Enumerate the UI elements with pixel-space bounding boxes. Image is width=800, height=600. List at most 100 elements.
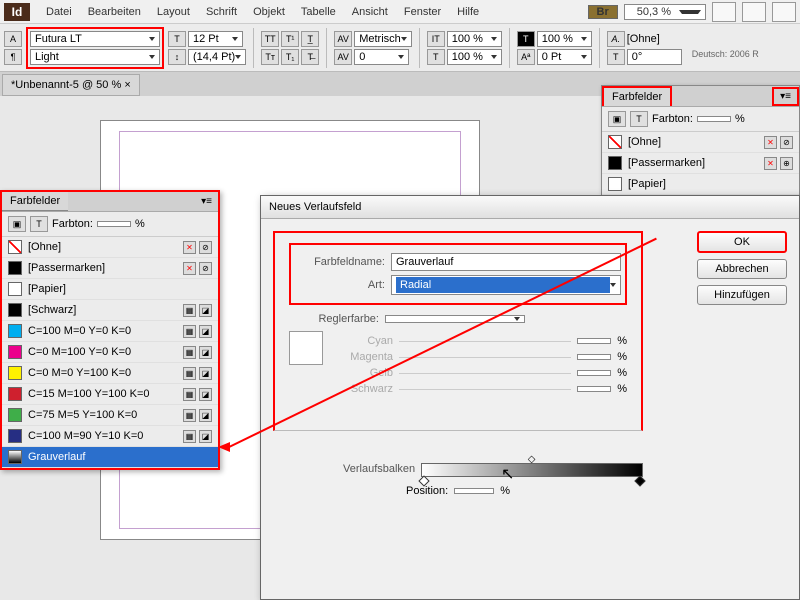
- font-style-select[interactable]: Light: [30, 49, 160, 65]
- fill-icon[interactable]: T: [517, 31, 535, 47]
- swatch-row[interactable]: C=100 M=90 Y=10 K=0▦◪: [2, 426, 218, 447]
- menu-fenster[interactable]: Fenster: [396, 6, 449, 18]
- swatch-row[interactable]: C=100 M=0 Y=0 K=0▦◪: [2, 321, 218, 342]
- type-icon: ▦: [183, 388, 196, 401]
- bridge-button[interactable]: Br: [588, 5, 618, 19]
- menu-hilfe[interactable]: Hilfe: [449, 6, 487, 18]
- small-icon[interactable]: Tᴛ: [261, 49, 279, 65]
- lock-icon: ✕: [764, 136, 777, 149]
- mode-icon: ◪: [199, 409, 212, 422]
- magenta-input[interactable]: [577, 354, 611, 360]
- midpoint-icon[interactable]: ◇: [528, 454, 536, 465]
- swatch-row[interactable]: [Papier]: [602, 174, 799, 195]
- menu-tabelle[interactable]: Tabelle: [293, 6, 344, 18]
- swatch-color-icon: [8, 345, 22, 359]
- leading-select[interactable]: (14,4 Pt): [188, 49, 246, 65]
- swatch-row[interactable]: [Schwarz]▦◪: [2, 300, 218, 321]
- swatch-row[interactable]: C=0 M=100 Y=0 K=0▦◪: [2, 342, 218, 363]
- menu-bar: Id Datei Bearbeiten Layout Schrift Objek…: [0, 0, 800, 24]
- swatch-color-icon: [8, 240, 22, 254]
- new-gradient-dialog: Neues Verlaufsfeld Farbfeldname: Art:Rad…: [260, 195, 800, 600]
- baseline-select[interactable]: 0 Pt: [537, 49, 592, 65]
- type-icon: ▦: [183, 430, 196, 443]
- pct-label: %: [135, 218, 145, 230]
- underline-icon[interactable]: T̲: [301, 31, 319, 47]
- track-icon: AV: [334, 49, 352, 65]
- para-format-icon[interactable]: ¶: [4, 49, 22, 65]
- swatch-color-icon: [8, 366, 22, 380]
- swatch-row[interactable]: C=0 M=0 Y=100 K=0▦◪: [2, 363, 218, 384]
- lock-icon: ✕: [764, 157, 777, 170]
- swatch-row[interactable]: C=15 M=100 Y=100 K=0▦◪: [2, 384, 218, 405]
- schwarz-input[interactable]: [577, 386, 611, 392]
- swatch-row[interactable]: [Ohne]✕⊘: [2, 237, 218, 258]
- font-family-select[interactable]: Futura LT: [30, 31, 160, 47]
- kerning-select[interactable]: Metrisch: [354, 31, 412, 47]
- type-icon: ▦: [183, 409, 196, 422]
- swatch-row[interactable]: [Ohne]✕⊘: [602, 132, 799, 153]
- font-size-select[interactable]: 12 Pt: [188, 31, 243, 47]
- swatch-color-icon: [8, 261, 22, 275]
- swatch-name: [Papier]: [28, 283, 66, 295]
- art-select[interactable]: Radial: [391, 275, 621, 295]
- swatch-name: C=100 M=90 Y=10 K=0: [28, 430, 143, 442]
- view-icon[interactable]: [712, 2, 736, 22]
- swatches-tab[interactable]: Farbfelder: [2, 192, 68, 211]
- screen-icon[interactable]: [742, 2, 766, 22]
- ok-button[interactable]: OK: [697, 231, 787, 253]
- baseline-icon: Aª: [517, 49, 535, 65]
- swatch-name: C=75 M=5 Y=100 K=0: [28, 409, 137, 421]
- lock-icon: ✕: [183, 241, 196, 254]
- gradient-ramp[interactable]: ◇: [421, 463, 643, 477]
- fill-swatch-icon[interactable]: ▣: [608, 111, 626, 127]
- farbton-input[interactable]: [97, 221, 131, 227]
- swatch-name: C=0 M=0 Y=100 K=0: [28, 367, 131, 379]
- gelb-input[interactable]: [577, 370, 611, 376]
- name-input[interactable]: [391, 253, 621, 271]
- vscale-select[interactable]: 100 %: [447, 31, 502, 47]
- swatch-row-selected[interactable]: Grauverlauf: [2, 447, 218, 468]
- panel-menu-icon[interactable]: ▾≡: [195, 194, 218, 209]
- char-format-icon[interactable]: A: [4, 31, 22, 47]
- close-icon[interactable]: ×: [124, 79, 130, 91]
- skew-select[interactable]: 0°: [627, 49, 682, 65]
- caps-icon[interactable]: TT: [261, 31, 279, 47]
- mode-icon: ◪: [199, 325, 212, 338]
- menu-schrift[interactable]: Schrift: [198, 6, 245, 18]
- menu-objekt[interactable]: Objekt: [245, 6, 293, 18]
- stroke-swatch-icon[interactable]: T: [630, 111, 648, 127]
- position-input[interactable]: [454, 488, 494, 494]
- stroke-swatch-icon[interactable]: T: [30, 216, 48, 232]
- noedit-icon: ⊘: [780, 136, 793, 149]
- tracking-select[interactable]: 0: [354, 49, 409, 65]
- swatch-color-icon: [8, 387, 22, 401]
- add-button[interactable]: Hinzufügen: [697, 285, 787, 305]
- menu-ansicht[interactable]: Ansicht: [344, 6, 396, 18]
- swatch-row[interactable]: C=75 M=5 Y=100 K=0 ▦◪: [2, 405, 218, 426]
- menu-bearbeiten[interactable]: Bearbeiten: [80, 6, 149, 18]
- regler-select[interactable]: [385, 315, 525, 323]
- swatch-name: C=0 M=100 Y=0 K=0: [28, 346, 131, 358]
- swatch-row[interactable]: [Passermarken]✕⊘: [2, 258, 218, 279]
- scale3-select[interactable]: 100 %: [537, 31, 592, 47]
- menu-layout[interactable]: Layout: [149, 6, 198, 18]
- menu-datei[interactable]: Datei: [38, 6, 80, 18]
- arrange-icon[interactable]: [772, 2, 796, 22]
- swatch-row[interactable]: [Passermarken]✕⊕: [602, 153, 799, 174]
- sub-icon[interactable]: T₁: [281, 49, 299, 65]
- cyan-input[interactable]: [577, 338, 611, 344]
- pct: %: [617, 351, 627, 363]
- gradient-swatch-icon: [8, 450, 22, 464]
- fill-swatch-icon[interactable]: ▣: [8, 216, 26, 232]
- sup-icon[interactable]: T¹: [281, 31, 299, 47]
- strike-icon[interactable]: T̶: [301, 49, 319, 65]
- farbton-input[interactable]: [697, 116, 731, 122]
- swatch-row[interactable]: [Papier]: [2, 279, 218, 300]
- swatch-color-icon: [608, 177, 622, 191]
- hscale-select[interactable]: 100 %: [447, 49, 502, 65]
- swatches-tab[interactable]: Farbfelder: [602, 86, 672, 106]
- document-tab[interactable]: *Unbenannt-5 @ 50 % ×: [2, 74, 140, 96]
- panel-menu-icon[interactable]: ▾≡: [772, 87, 799, 106]
- zoom-select[interactable]: 50,3 %: [624, 4, 706, 20]
- cancel-button[interactable]: Abbrechen: [697, 259, 787, 279]
